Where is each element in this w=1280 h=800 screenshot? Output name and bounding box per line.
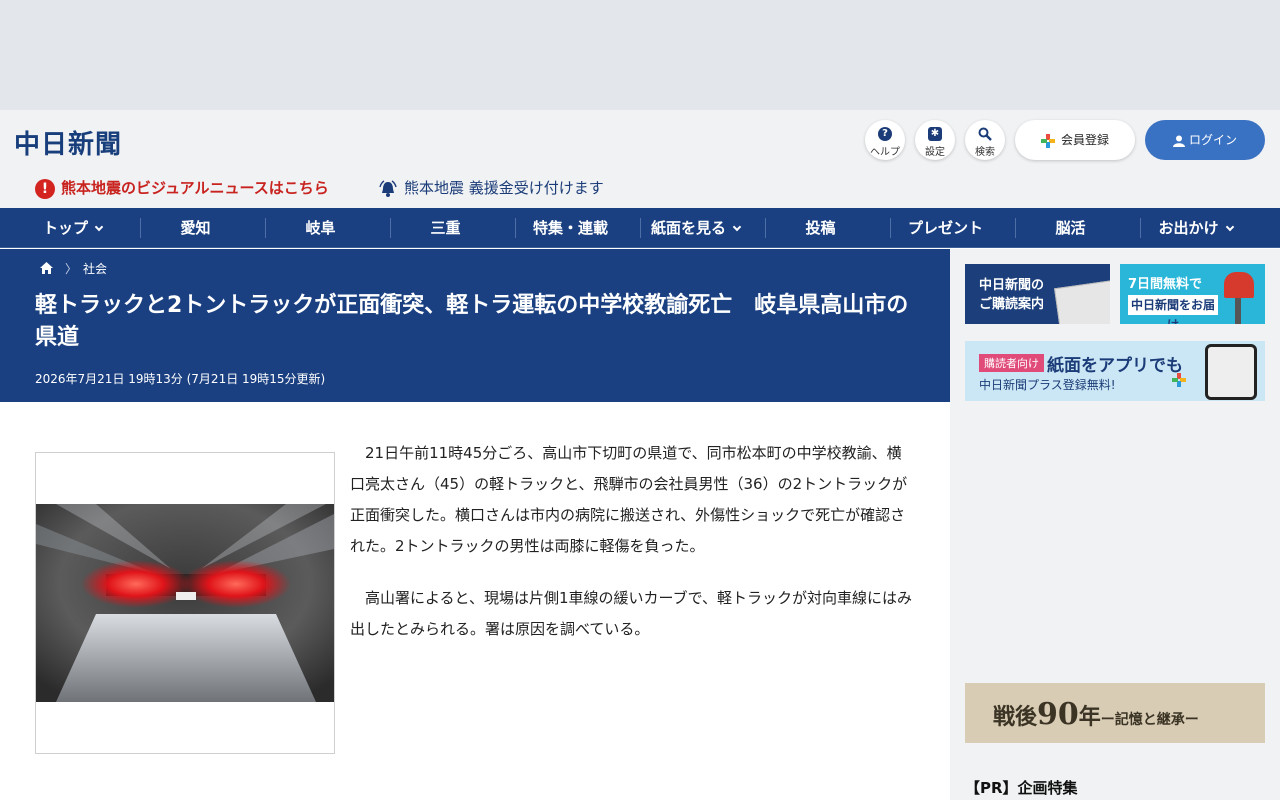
subscribe-banner[interactable]: 中日新聞の ご購読案内 (965, 264, 1110, 324)
member-register-button[interactable]: 会員登録 (1015, 120, 1135, 160)
search-button[interactable]: 検索 (965, 120, 1005, 160)
top-ad-area (0, 0, 1280, 110)
smartphone-icon (1205, 344, 1257, 400)
breadcrumb-separator: 〉 (65, 262, 78, 276)
site-logo[interactable]: 中日新聞 (14, 124, 122, 161)
postwar-a: 戦後 (993, 704, 1038, 730)
search-icon (978, 127, 992, 141)
plus-logo-icon (1040, 133, 1055, 148)
nav-item-aichi[interactable]: 愛知 (133, 208, 258, 248)
donation-label: 熊本地震 義援金受け付けます (404, 179, 604, 197)
nav-item-label: 愛知 (180, 219, 211, 237)
breadcrumb-category[interactable]: 社会 (83, 262, 107, 276)
login-button[interactable]: ログイン (1145, 120, 1265, 160)
nav-item-outing[interactable]: お出かけ (1133, 208, 1258, 248)
mailbox-icon (1224, 272, 1254, 298)
postwar-banner-text: 戦後90年ー記憶と継承ー (993, 697, 1199, 732)
app-banner-headline: 紙面をアプリでも (1047, 356, 1183, 376)
plus-logo-icon (1172, 373, 1186, 387)
chevron-down-icon (94, 222, 104, 232)
alert-icon: ! (35, 178, 55, 199)
pr-heading: 【PR】企画特集 (965, 779, 1078, 797)
settings-label: 設定 (925, 147, 945, 158)
visual-news-label: 熊本地震のビジュアルニュースはこちら (61, 179, 329, 197)
postwar-c: 年 (1078, 704, 1101, 730)
settings-button[interactable]: ✱ 設定 (915, 120, 955, 160)
article-paragraph: 21日午前11時45分ごろ、高山市下切町の県道で、同市松本町の中学校教諭、横口亮… (350, 444, 908, 555)
sidebar: 中日新聞の ご購読案内 7日間無料で 中日新聞をお届け 購読者向け 紙面をアプリ… (950, 249, 1280, 800)
nav-item-mie[interactable]: 三重 (383, 208, 508, 248)
nav-item-paper[interactable]: 紙面を見る (633, 208, 758, 248)
app-banner[interactable]: 購読者向け 紙面をアプリでも 中日新聞プラス登録無料! (965, 341, 1265, 401)
article-header: 〉社会 軽トラックと2トントラックが正面衝突、軽トラ運転の中学校教諭死亡 岐阜県… (0, 249, 950, 402)
free-trial-line1: 7日間無料で (1128, 277, 1203, 292)
member-register-label: 会員登録 (1060, 133, 1109, 147)
subscribe-banner-text: 中日新聞の ご購読案内 (979, 276, 1044, 314)
breadcrumb: 〉社会 (40, 260, 107, 277)
user-icon (1172, 135, 1185, 147)
nav-item-brain[interactable]: 脳活 (1008, 208, 1133, 248)
newspaper-icon (1054, 280, 1110, 324)
chevron-down-icon (1225, 222, 1234, 232)
postwar-b: 90 (1037, 697, 1079, 732)
free-trial-banner[interactable]: 7日間無料で 中日新聞をお届け (1120, 264, 1265, 324)
gear-icon: ✱ (928, 127, 942, 141)
free-trial-line2: 中日新聞をお届け (1128, 295, 1218, 324)
subscribe-line1: 中日新聞の (979, 278, 1045, 293)
nav-item-gifu[interactable]: 岐阜 (258, 208, 383, 248)
home-icon[interactable] (40, 262, 53, 274)
nav-item-label: トップ (42, 219, 88, 237)
chevron-down-icon (732, 222, 742, 232)
login-label: ログイン (1188, 133, 1237, 147)
nav-item-label: 投稿 (805, 219, 836, 237)
site-header: 中日新聞 ? ヘルプ ✱ 設定 検索 会員登録 ログイン ! 熊本地震のビジュアル… (0, 110, 1280, 208)
article-photo[interactable] (35, 452, 335, 754)
subscriber-tag: 購読者向け (979, 354, 1044, 372)
mailbox-post (1235, 298, 1241, 324)
search-label: 検索 (975, 147, 995, 158)
nav-item-label: 特集・連載 (532, 219, 608, 237)
nav-item-label: 脳活 (1055, 219, 1086, 237)
bell-icon (379, 179, 397, 197)
nav-item-top[interactable]: トップ (10, 208, 135, 248)
help-icon: ? (878, 127, 892, 141)
app-banner-subline: 中日新聞プラス登録無料! (979, 378, 1116, 392)
visual-news-link[interactable]: ! 熊本地震のビジュアルニュースはこちら (35, 177, 329, 199)
nav-item-label: お出かけ (1158, 219, 1219, 237)
subscribe-line2: ご購読案内 (979, 297, 1045, 312)
article-title: 軽トラックと2トントラックが正面衝突、軽トラ運転の中学校教諭死亡 岐阜県高山市の… (35, 293, 909, 350)
nav-item-label: 岐阜 (305, 219, 336, 237)
main-nav: トップ 愛知 岐阜 三重 特集・連載 紙面を見る 投稿 プレゼント 脳活 お出か… (0, 208, 1280, 248)
article-date: 2026年7月21日 19時13分 (7月21日 19時15分更新) (35, 372, 326, 386)
help-button[interactable]: ? ヘルプ (865, 120, 905, 160)
postwar-d: ー記憶と継承ー (1100, 712, 1199, 728)
article-paragraph: 高山署によると、現場は片側1車線の緩いカーブで、軽トラックが対向車線にはみ出した… (350, 589, 912, 638)
nav-item-post[interactable]: 投稿 (758, 208, 883, 248)
article-body: 21日午前11時45分ごろ、高山市下切町の県道で、同市松本町の中学校教諭、横口亮… (350, 438, 915, 666)
nav-item-present[interactable]: プレゼント (883, 208, 1008, 248)
nav-item-label: 紙面を見る (650, 219, 726, 237)
donation-link[interactable]: 熊本地震 義援金受け付けます (378, 177, 604, 199)
police-car-lights-image (36, 504, 334, 702)
help-label: ヘルプ (870, 147, 900, 158)
postwar-90-banner[interactable]: 戦後90年ー記憶と継承ー (965, 683, 1265, 743)
nav-item-label: プレゼント (907, 219, 983, 237)
nav-item-label: 三重 (430, 219, 461, 237)
nav-item-features[interactable]: 特集・連載 (508, 208, 633, 248)
